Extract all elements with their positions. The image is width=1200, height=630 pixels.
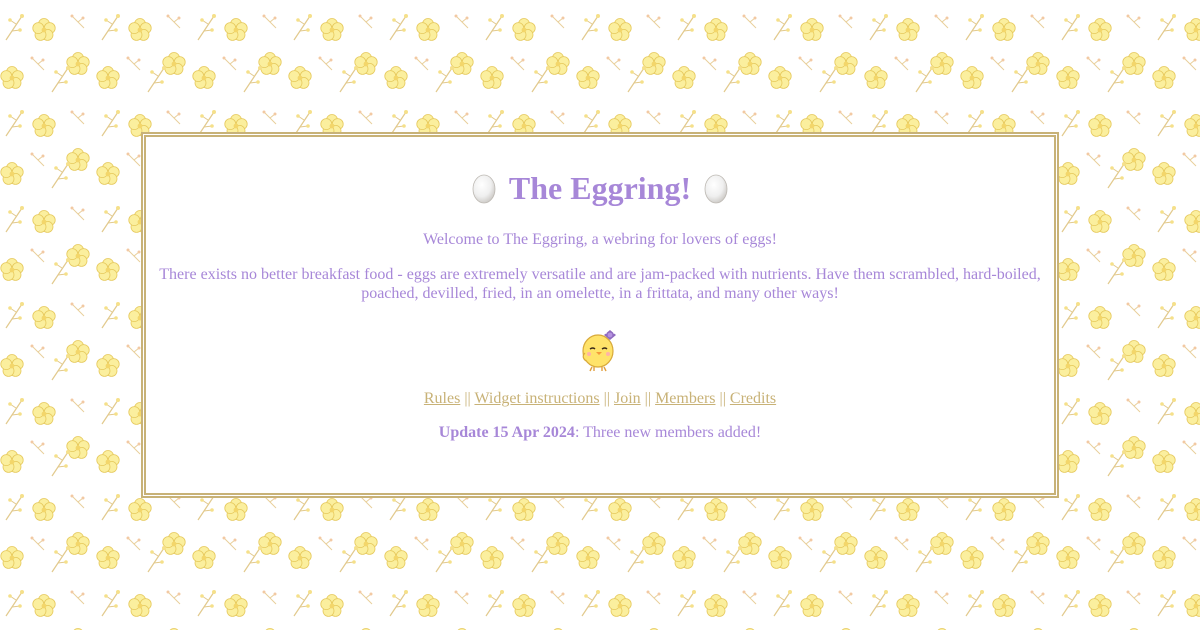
update-date: Update 15 Apr 2024	[438, 424, 575, 441]
widget-instructions-link[interactable]: Widget instructions	[474, 390, 599, 407]
nav-separator: ||	[644, 390, 652, 407]
nav-separator: ||	[603, 390, 610, 407]
egg-icon	[703, 172, 729, 204]
nav-links: Rules || Widget instructions || Join || …	[146, 389, 1054, 409]
main-panel: The Eggring! Welcome to The Eggring, a w…	[141, 132, 1059, 498]
description-text: There exists no better breakfast food - …	[159, 266, 1041, 302]
chick-icon	[580, 325, 620, 373]
welcome-text: Welcome to The Eggring, a webring for lo…	[423, 231, 777, 248]
nav-separator: ||	[719, 390, 726, 407]
mascot	[146, 325, 1054, 373]
update-message: : Three new members added!	[574, 424, 762, 441]
rules-link[interactable]: Rules	[424, 390, 460, 407]
members-link[interactable]: Members	[655, 390, 715, 407]
egg-icon	[471, 172, 497, 204]
credits-link[interactable]: Credits	[730, 390, 776, 407]
page-title: The Eggring!	[508, 170, 692, 206]
title-row: The Eggring!	[146, 166, 1054, 210]
nav-separator: ||	[464, 390, 471, 407]
update-notice: Update 15 Apr 2024: Three new members ad…	[146, 423, 1054, 443]
join-link[interactable]: Join	[614, 390, 641, 407]
